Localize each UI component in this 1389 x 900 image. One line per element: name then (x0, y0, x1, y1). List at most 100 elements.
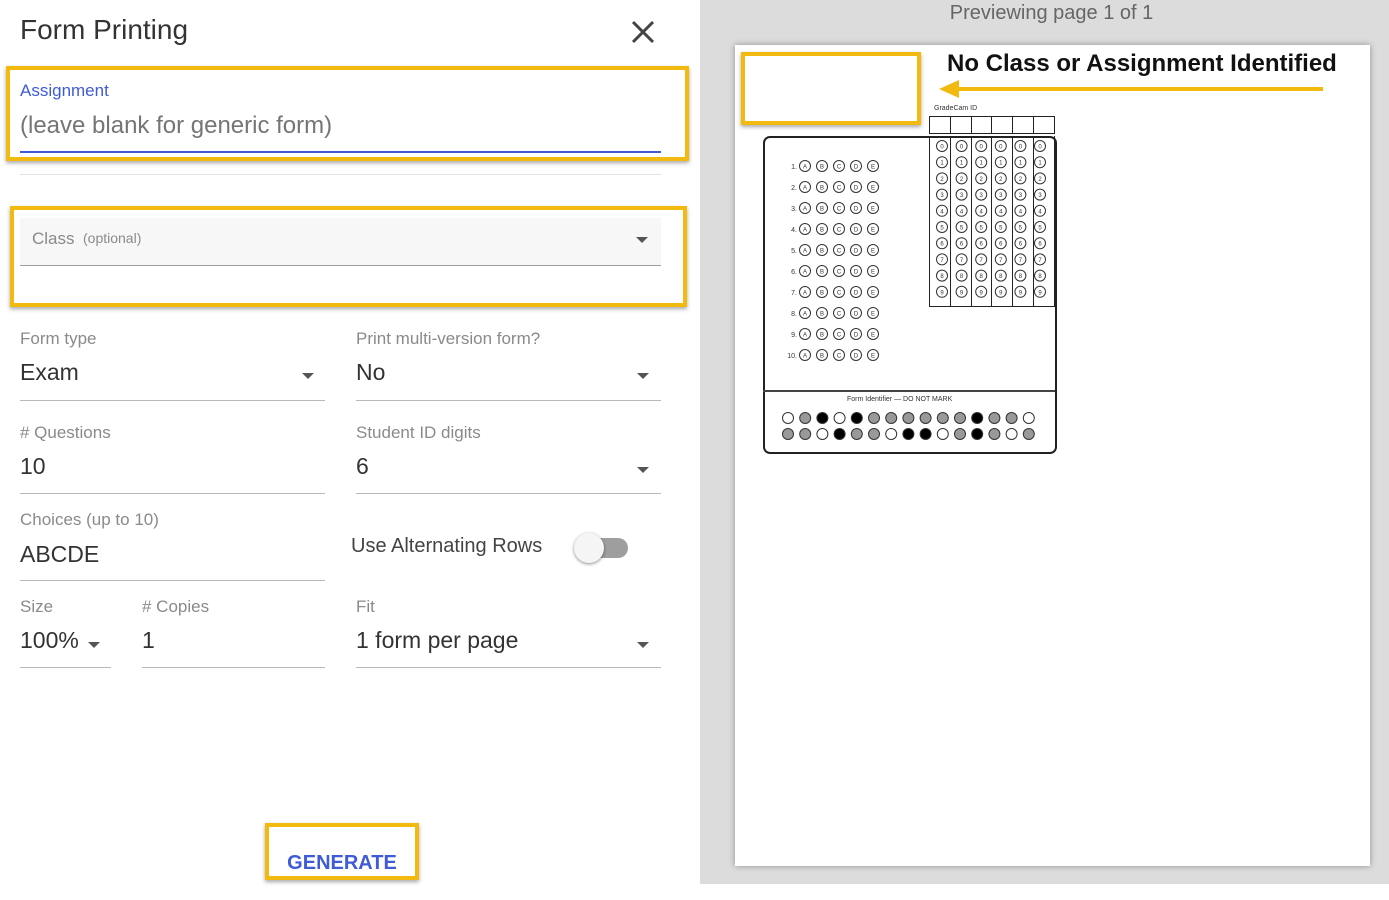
answer-bubble-letter: D (854, 207, 859, 213)
annotation-arrow-icon (939, 80, 1323, 98)
chevron-down-icon (637, 467, 649, 473)
question-number: 1. (791, 164, 797, 171)
identifier-bubble (902, 412, 915, 424)
copies-underline (142, 667, 325, 668)
questions-input[interactable]: 10 (20, 450, 325, 494)
copies-label: # Copies (142, 597, 210, 616)
multi-version-underline (356, 400, 661, 401)
student-id-value: 6 (356, 453, 369, 479)
answer-bubble-letter: B (820, 165, 824, 171)
chevron-down-icon (637, 642, 649, 648)
answer-bubble-letter: C (837, 165, 842, 171)
questions-label: # Questions (20, 423, 111, 442)
identifier-bubble (885, 428, 898, 440)
question-number: 6. (791, 269, 797, 276)
identifier-bubble (868, 412, 880, 424)
size-label: Size (20, 597, 54, 616)
identifier-bubble (1005, 428, 1018, 440)
answer-bubble-letter: B (820, 228, 824, 234)
class-select[interactable]: Class (optional) (20, 218, 661, 265)
answer-bubble-letter: B (820, 249, 824, 255)
form-type-select[interactable]: Exam (20, 356, 325, 400)
answer-bubble-letter: A (803, 333, 807, 339)
chevron-down-icon (88, 642, 100, 648)
answer-bubble-letter: D (854, 249, 859, 255)
student-id-underline (356, 493, 661, 494)
answer-bubble-letter: B (820, 333, 824, 339)
identifier-bubble (988, 428, 1001, 440)
answer-bubble-letter: A (803, 270, 807, 276)
identifier-bubble (850, 412, 863, 424)
identifier-bubble (782, 412, 794, 424)
chevron-down-icon (636, 237, 648, 243)
answer-bubble-letter: C (837, 270, 842, 276)
identifier-bubble (816, 428, 829, 440)
fit-underline (356, 667, 661, 668)
toggle-knob[interactable] (574, 533, 604, 563)
question-number: 2. (791, 185, 797, 192)
identifier-bubble (902, 428, 915, 440)
choices-value: ABCDE (20, 541, 100, 567)
assignment-underline (20, 151, 661, 153)
multi-version-label: Print multi-version form? (356, 329, 541, 348)
answer-bubble-letter: B (820, 354, 824, 360)
answer-bubble-letter: A (803, 291, 807, 297)
annotation-text: No Class or Assignment Identified (947, 50, 1337, 77)
identifier-bubble (782, 428, 794, 440)
alternating-rows-label: Use Alternating Rows (351, 535, 543, 557)
bubble-grid: 1. A B C D E 2. A B C D E 3. A B C D E 4. A B C D E 5. A B C D E 6. A B C… (782, 140, 1046, 440)
answer-bubble-letter: E (871, 270, 875, 276)
question-number: 7. (791, 290, 797, 297)
chevron-down-icon (637, 373, 649, 379)
copies-input[interactable]: 1 (142, 624, 325, 668)
answer-bubble-letter: E (871, 354, 875, 360)
generate-button[interactable]: GENERATE (265, 823, 419, 880)
choices-underline (20, 580, 325, 581)
class-hint: (optional) (83, 230, 142, 246)
answer-bubble-letter: D (854, 165, 859, 171)
identifier-bubble (954, 412, 966, 424)
identifier-bubble (833, 428, 846, 440)
question-number: 8. (791, 311, 797, 318)
answer-bubble-letter: D (854, 291, 859, 297)
answer-bubble-letter: E (871, 333, 875, 339)
assignment-label: Assignment (20, 81, 109, 100)
size-select[interactable]: 100% (20, 624, 111, 668)
assignment-input[interactable] (20, 108, 660, 144)
answer-bubble-letter: B (820, 312, 824, 318)
answer-bubble-letter: A (803, 165, 807, 171)
question-number: 3. (791, 206, 797, 213)
identifier-bubble (971, 412, 984, 424)
class-label: Class (32, 229, 75, 248)
answer-bubble-letter: B (820, 270, 824, 276)
answer-bubble-letter: C (837, 207, 842, 213)
divider (20, 174, 661, 175)
identifier-bubble (919, 412, 932, 424)
question-number: 4. (791, 227, 797, 234)
fit-label: Fit (356, 597, 375, 616)
chevron-down-icon (302, 373, 314, 379)
dialog-title: Form Printing (20, 14, 189, 45)
answer-bubble-letter: D (854, 270, 859, 276)
identifier-bubble (833, 412, 846, 424)
identifier-bubble (816, 412, 829, 424)
choices-input[interactable]: ABCDE (20, 538, 325, 582)
answer-bubble-letter: D (854, 228, 859, 234)
question-number: 10. (787, 353, 797, 360)
multi-version-select[interactable]: No (356, 356, 661, 400)
close-icon[interactable] (628, 17, 658, 47)
size-underline (20, 667, 111, 668)
answer-bubble-letter: D (854, 333, 859, 339)
student-id-label: Student ID digits (356, 423, 481, 442)
answer-bubble-letter: A (803, 207, 807, 213)
answer-bubble-letter: D (854, 186, 859, 192)
questions-value: 10 (20, 453, 46, 479)
fit-select[interactable]: 1 form per page (356, 624, 661, 668)
answer-bubble-letter: B (820, 207, 824, 213)
question-number: 5. (791, 248, 797, 255)
answer-bubble-letter: E (871, 228, 875, 234)
answer-bubble-letter: B (820, 186, 824, 192)
identifier-bubble (1022, 412, 1035, 424)
identifier-bubble (868, 428, 880, 440)
student-id-select[interactable]: 6 (356, 450, 661, 494)
